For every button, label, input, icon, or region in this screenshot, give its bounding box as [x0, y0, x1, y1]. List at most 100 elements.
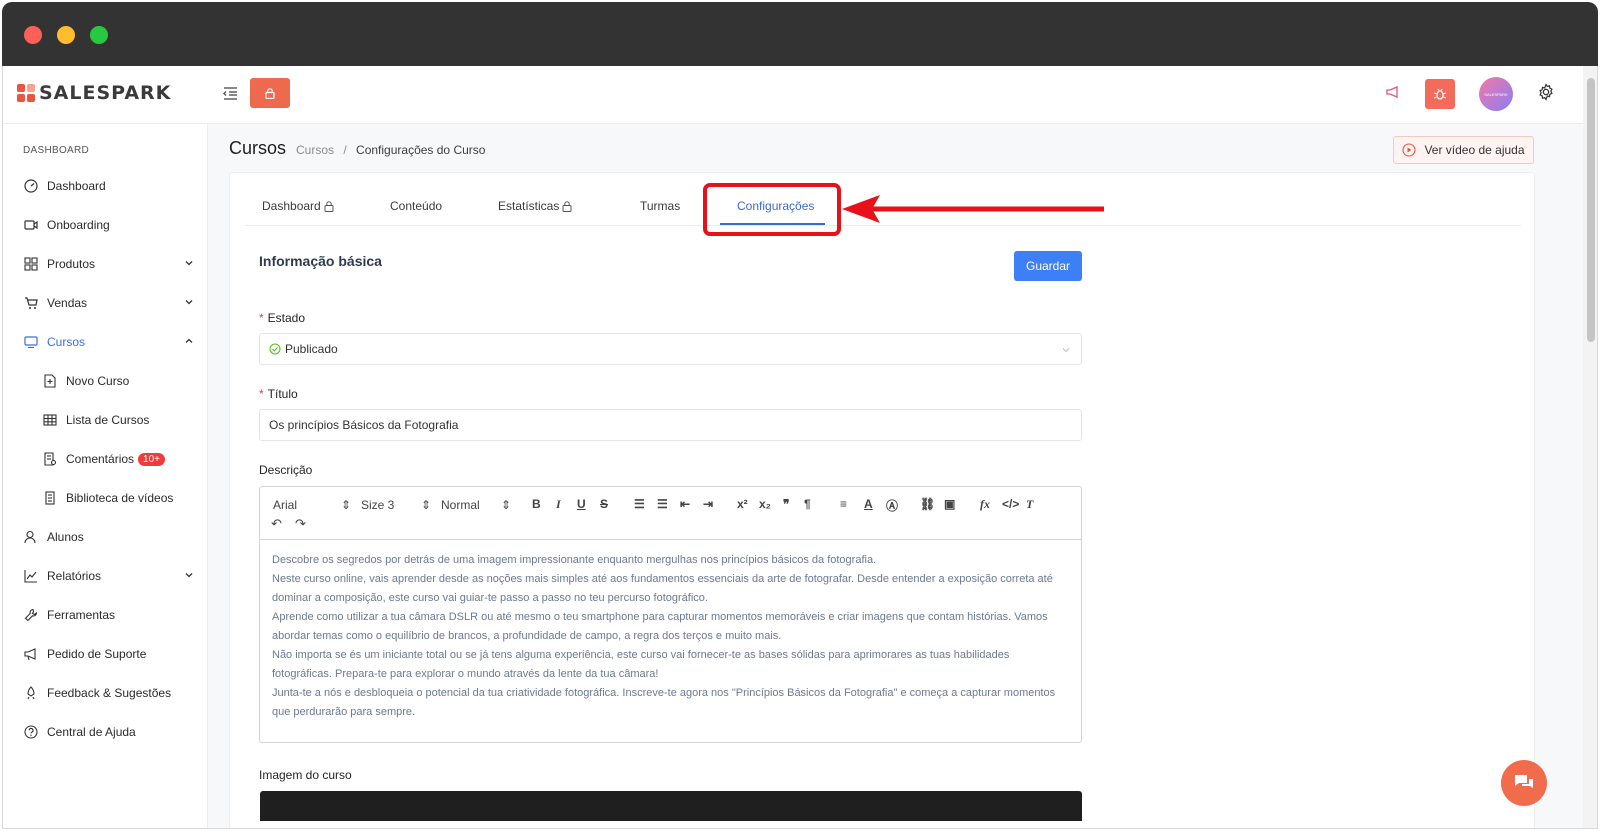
salespark-logo[interactable]: SALESPARK — [17, 82, 171, 104]
estado-value: Publicado — [285, 342, 338, 356]
sidebar-item-onboarding[interactable]: Onboarding — [3, 206, 208, 244]
page-title: Cursos — [229, 138, 287, 158]
estado-label: * Estado — [259, 311, 306, 325]
image-icon[interactable]: ▣ — [944, 497, 955, 511]
chevron-down-icon — [184, 296, 194, 310]
help-video-button[interactable]: Ver vídeo de ajuda — [1393, 136, 1534, 164]
bold-icon[interactable]: B — [532, 497, 541, 511]
top-navbar: SALESPARK SALESPARK — [3, 66, 1583, 124]
lock-icon — [265, 88, 275, 99]
clear-format-icon[interactable]: T — [1026, 497, 1033, 512]
sidebar-item-central-de-ajuda[interactable]: Central de Ajuda — [3, 713, 208, 751]
outdent-icon[interactable]: ⇤ — [680, 497, 690, 511]
collapse-sidebar-icon[interactable] — [221, 84, 239, 102]
announcement-icon[interactable] — [1385, 84, 1401, 105]
descricao-paragraph: Junta-te a nós e desbloqueia o potencial… — [272, 687, 1056, 718]
undo-icon[interactable]: ↶ — [271, 516, 282, 532]
close-window-button[interactable] — [24, 26, 42, 44]
text-color-icon[interactable]: A — [864, 497, 873, 511]
underline-icon[interactable]: U — [577, 497, 586, 511]
topbar-actions: SALESPARK — [1385, 77, 1555, 111]
maximize-window-button[interactable] — [90, 26, 108, 44]
window-titlebar — [2, 2, 1598, 66]
chat-support-button[interactable] — [1501, 760, 1547, 806]
sidebar-item-label: Comentários — [66, 452, 135, 466]
font-family-select[interactable]: Arial ⇕ — [273, 498, 351, 512]
sidebar-item-comentarios[interactable]: Comentários 10+ — [3, 440, 208, 478]
align-icon[interactable]: ≡ — [840, 497, 847, 511]
scrollbar-thumb[interactable] — [1587, 78, 1595, 342]
page-scrollbar[interactable] — [1583, 66, 1597, 828]
minimize-window-button[interactable] — [57, 26, 75, 44]
sidebar-item-relatorios[interactable]: Relatórios — [3, 557, 208, 595]
users-icon — [23, 529, 39, 545]
course-image-preview[interactable] — [260, 791, 1082, 821]
code-icon[interactable]: </> — [1002, 497, 1019, 511]
wrench-icon — [23, 607, 39, 623]
chevron-down-icon — [184, 257, 194, 271]
strikethrough-icon[interactable]: S — [600, 497, 608, 511]
video-icon — [23, 217, 39, 233]
sidebar-item-vendas[interactable]: Vendas — [3, 284, 208, 322]
redo-icon[interactable]: ↷ — [295, 516, 306, 532]
bullet-list-icon[interactable]: ☰ — [657, 497, 668, 511]
sidebar-item-label: Lista de Cursos — [66, 413, 150, 427]
library-icon — [42, 490, 58, 506]
text-style-value: Normal — [441, 498, 480, 512]
italic-icon[interactable]: I — [556, 497, 561, 512]
sidebar-item-novo-curso[interactable]: Novo Curso — [3, 362, 208, 400]
check-circle-icon — [269, 343, 281, 355]
link-icon[interactable]: ⛓ — [920, 497, 935, 511]
text-direction-icon[interactable]: ¶ — [804, 497, 811, 511]
formula-icon[interactable]: fx — [980, 497, 990, 512]
sidebar-item-lista-de-cursos[interactable]: Lista de Cursos — [3, 401, 208, 439]
sidebar-item-alunos[interactable]: Alunos — [3, 518, 208, 556]
grid-icon — [23, 256, 39, 272]
font-size-select[interactable]: Size 3 ⇕ — [361, 498, 431, 512]
lock-icon — [324, 200, 334, 212]
superscript-icon[interactable]: x² — [737, 497, 748, 511]
save-button[interactable]: Guardar — [1014, 251, 1082, 281]
breadcrumb-root-link[interactable]: Cursos — [296, 143, 334, 157]
sidebar-item-dashboard[interactable]: Dashboard — [3, 167, 208, 205]
comments-count-badge: 10+ — [138, 452, 165, 466]
lock-button[interactable] — [250, 78, 290, 108]
app-frame: SALESPARK SALESPARK DASHBOARD Dashboard … — [0, 0, 1600, 831]
descricao-content[interactable]: Descobre os segredos por detrás de uma i… — [272, 551, 1072, 722]
titulo-input[interactable]: Os princípios Básicos da Fotografia — [259, 409, 1082, 441]
background-color-icon[interactable]: Ⓐ — [886, 497, 898, 514]
editor-toolbar: Arial ⇕ Size 3 ⇕ Normal ⇕ B I U S ☰ ☰ ⇤ ⇥ x… — [260, 487, 1081, 540]
settings-gear-icon[interactable] — [1537, 82, 1555, 106]
chevron-down-icon — [184, 569, 194, 583]
descricao-rich-editor[interactable]: Arial ⇕ Size 3 ⇕ Normal ⇕ B I U S ☰ ☰ ⇤ ⇥ x… — [259, 486, 1082, 743]
blockquote-icon[interactable]: ❞ — [783, 497, 789, 511]
tab-conteudo[interactable]: Conteúdo — [390, 199, 442, 213]
sidebar-item-label: Onboarding — [47, 218, 110, 232]
sidebar-item-label: Central de Ajuda — [47, 725, 136, 739]
indent-icon[interactable]: ⇥ — [703, 497, 713, 511]
user-avatar[interactable]: SALESPARK — [1479, 77, 1513, 111]
sidebar-item-feedback[interactable]: Feedback & Sugestões — [3, 674, 208, 712]
help-icon — [23, 724, 39, 740]
sidebar-item-ferramentas[interactable]: Ferramentas — [3, 596, 208, 634]
ordered-list-icon[interactable]: ☰ — [634, 497, 645, 511]
main-content: Cursos Cursos / Configurações do Curso V… — [209, 124, 1583, 828]
tab-label: Turmas — [640, 199, 681, 213]
tab-dashboard[interactable]: Dashboard — [262, 199, 334, 213]
tab-estatisticas[interactable]: Estatísticas — [498, 199, 572, 213]
comment-doc-icon — [42, 451, 58, 467]
sidebar-item-biblioteca-de-videos[interactable]: Biblioteca de vídeos — [3, 479, 208, 517]
sidebar-item-pedido-de-suporte[interactable]: Pedido de Suporte — [3, 635, 208, 673]
sidebar-item-cursos[interactable]: Cursos — [3, 323, 208, 361]
sidebar-item-label: Pedido de Suporte — [47, 647, 147, 661]
text-style-select[interactable]: Normal ⇕ — [441, 498, 511, 512]
avatar-text: SALESPARK — [1484, 91, 1508, 97]
estado-select[interactable]: Publicado — [259, 333, 1082, 365]
report-bug-button[interactable] — [1425, 79, 1455, 109]
subscript-icon[interactable]: x₂ — [759, 497, 771, 511]
sidebar: DASHBOARD Dashboard Onboarding Produtos … — [3, 124, 208, 828]
tab-turmas[interactable]: Turmas — [640, 199, 680, 213]
sidebar-item-produtos[interactable]: Produtos — [3, 245, 208, 283]
rocket-icon — [23, 685, 39, 701]
chart-icon — [23, 568, 39, 584]
